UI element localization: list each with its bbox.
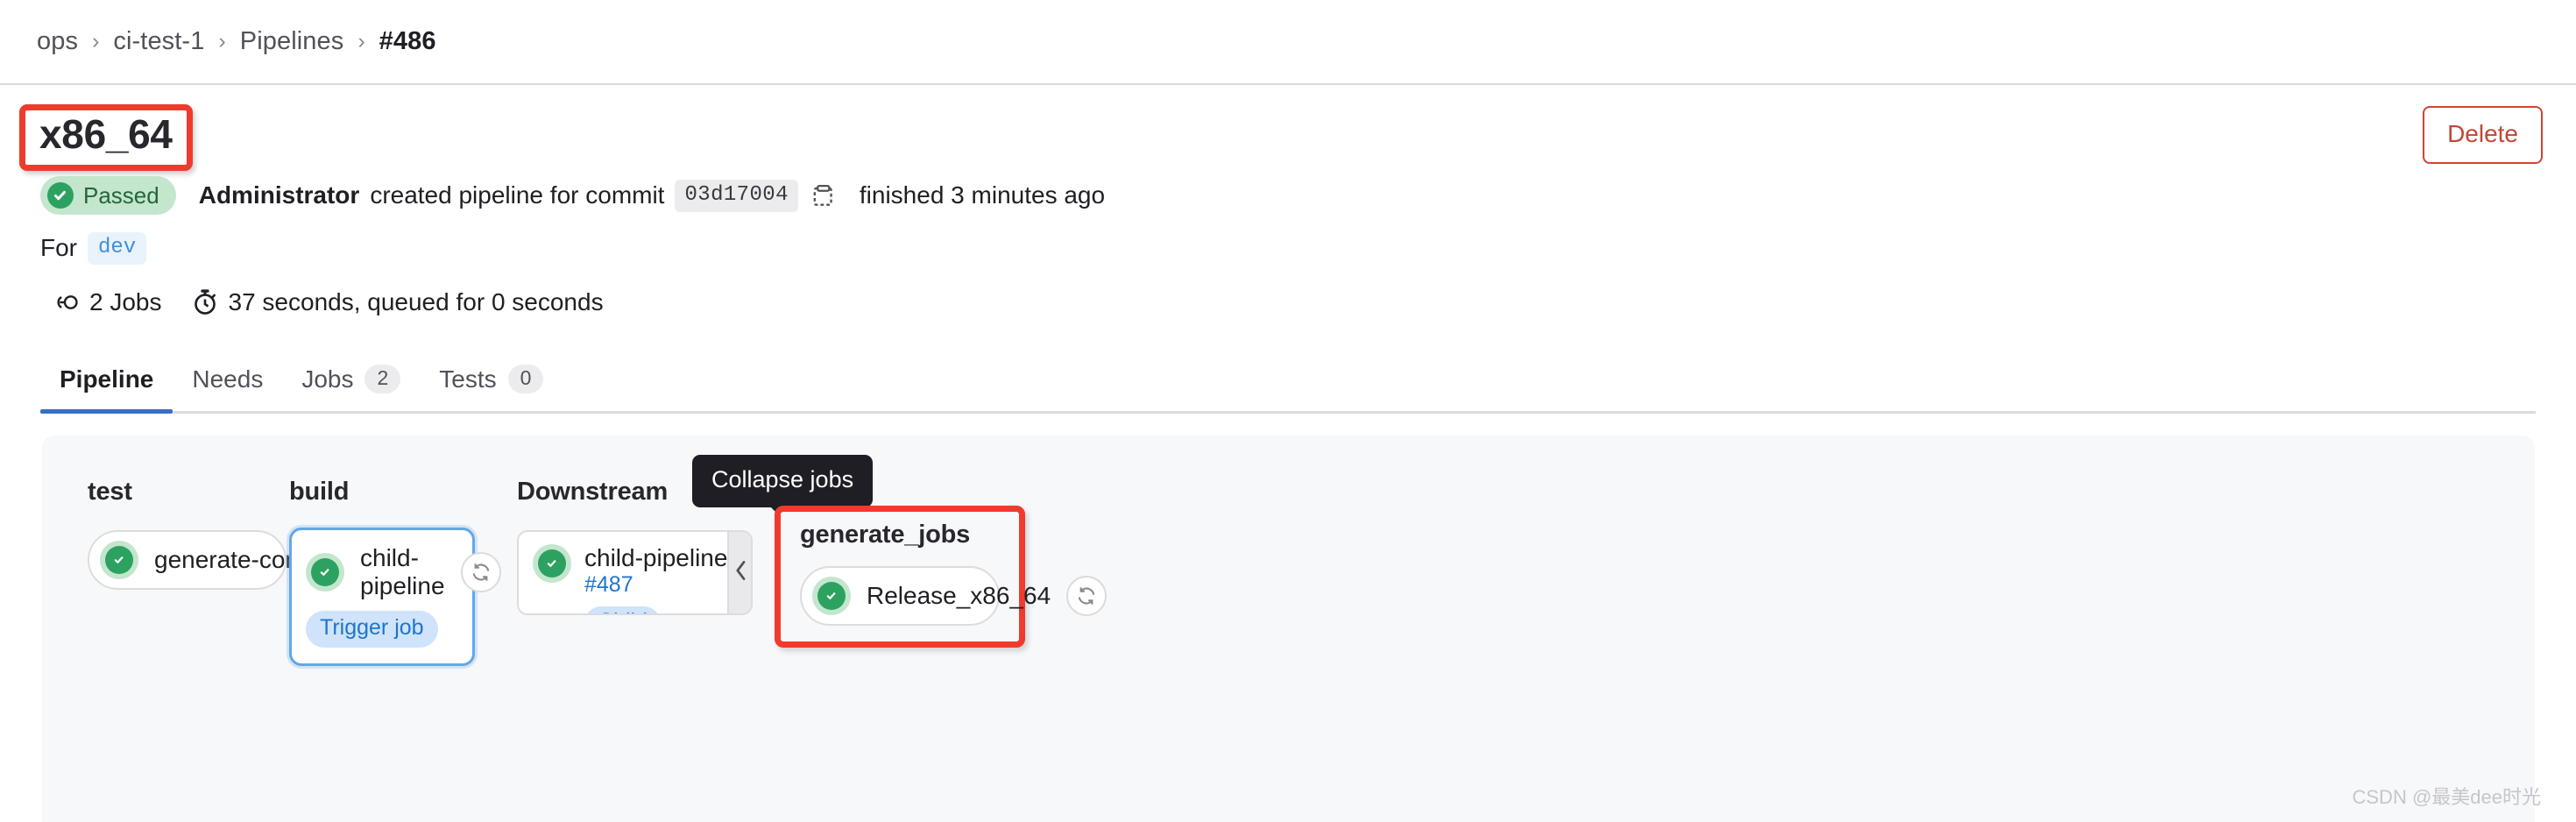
breadcrumb-item-ops[interactable]: ops [37, 27, 78, 56]
pipeline-action-text: created pipeline for commit [370, 181, 665, 209]
pipeline-commit-text: Administrator created pipeline for commi… [198, 179, 1106, 212]
duration-text: 37 seconds, queued for 0 seconds [228, 288, 604, 315]
copy-to-clipboard-icon[interactable] [810, 181, 840, 210]
pipeline-finished-text: finished 3 minutes ago [859, 181, 1106, 209]
stage-build-title: build [289, 478, 350, 506]
job-status-passed-icon [100, 541, 138, 579]
branch-badge[interactable]: dev [88, 231, 147, 265]
pipeline-page: ops › ci-test-1 › Pipelines › #486 x86_6… [0, 0, 2576, 822]
tab-tests-label: Tests [439, 365, 497, 393]
stopwatch-icon [192, 288, 218, 316]
retry-icon[interactable] [460, 552, 501, 592]
stage-test-title: test [88, 478, 132, 506]
job-generate-config[interactable]: generate-config [88, 530, 381, 590]
breadcrumb-separator-icon: › [92, 29, 100, 53]
pipeline-meta: Passed Administrator created pipeline fo… [40, 175, 2143, 322]
pipeline-graph: test generate-config build child-pipelin… [42, 436, 2535, 822]
title-annotation-box: x86_64 [19, 104, 193, 171]
tab-jobs-label: Jobs [301, 365, 354, 393]
breadcrumb-list: ops › ci-test-1 › Pipelines › #486 [37, 27, 436, 56]
page-title: x86_64 [39, 111, 173, 157]
pipeline-status-line: Passed Administrator created pipeline fo… [40, 175, 2143, 216]
page-header: x86_64 Delete [0, 85, 2576, 186]
for-label: For [40, 234, 77, 261]
status-badge: Passed [40, 176, 176, 215]
stage-test: test generate-config [88, 478, 381, 590]
downstream-pipeline-id-link[interactable]: #487 [584, 572, 727, 598]
job-release-x86-64[interactable]: Release_x86_64 [800, 566, 1108, 626]
retry-icon[interactable] [1066, 576, 1108, 616]
job-card-row: child-pipeline [306, 544, 501, 600]
tab-pipeline[interactable]: Pipeline [40, 365, 173, 414]
job-release-x86-64-label: Release_x86_64 [867, 582, 1051, 609]
tab-needs-label: Needs [192, 365, 264, 393]
tab-needs[interactable]: Needs [173, 365, 282, 411]
commit-sha[interactable]: 03d17004 [675, 179, 798, 212]
pipeline-author: Administrator [198, 181, 360, 209]
tab-tests-badge: 0 [507, 365, 544, 393]
pipeline-jobs-icon [51, 289, 79, 315]
job-card-child-pipeline[interactable]: child-pipeline Trigger job [289, 528, 501, 666]
tab-tests[interactable]: Tests 0 [420, 365, 563, 411]
tab-jobs-badge: 2 [364, 365, 401, 393]
pipeline-stats-line: 2 Jobs 37 seconds, queued for 0 seconds [40, 282, 2143, 322]
trigger-job-badge: Trigger job [306, 611, 438, 648]
downstream-card-main: child-pipeline #487 Child [519, 532, 727, 613]
breadcrumb-item-pipeline-id[interactable]: #486 [379, 27, 436, 56]
job-status-passed-icon [812, 577, 851, 615]
breadcrumb-separator-icon: › [357, 29, 365, 53]
downstream-pipeline-name: child-pipeline [584, 544, 728, 571]
stage-build: build child-pipeline Trigger job [289, 478, 501, 666]
downstream-pipeline-card[interactable]: child-pipeline #487 Child [517, 530, 753, 615]
jobs-count-text: 2 Jobs [89, 288, 162, 315]
breadcrumb-item-pipelines[interactable]: Pipelines [240, 27, 344, 56]
downstream-card-body: child-pipeline #487 Child [584, 544, 728, 613]
status-badge-label: Passed [83, 182, 159, 209]
tab-pipeline-label: Pipeline [60, 365, 154, 393]
pipeline-ref-line: For dev [40, 228, 2143, 268]
check-circle-icon [47, 182, 74, 209]
collapse-jobs-button[interactable] [727, 532, 751, 613]
job-child-pipeline-label: child-pipeline [360, 544, 445, 599]
generate-jobs-annotation-box: generate_jobs Release_x86_64 [775, 506, 1108, 648]
stage-generate-jobs-title: generate_jobs [800, 521, 971, 549]
pipeline-tabs: Pipeline Needs Jobs 2 Tests 0 [40, 359, 2536, 414]
job-status-passed-icon [533, 544, 571, 583]
chevron-left-icon [729, 556, 751, 589]
collapse-jobs-tooltip: Collapse jobs [692, 455, 874, 507]
watermark: CSDN @最美dee时光 [2352, 786, 2542, 808]
tab-jobs[interactable]: Jobs 2 [282, 365, 420, 411]
breadcrumb-item-project[interactable]: ci-test-1 [113, 27, 204, 56]
child-badge: Child [584, 606, 661, 613]
job-status-passed-icon [306, 553, 344, 592]
breadcrumb-separator-icon: › [218, 29, 226, 53]
delete-button[interactable]: Delete [2423, 106, 2543, 164]
breadcrumb: ops › ci-test-1 › Pipelines › #486 [0, 0, 2576, 85]
